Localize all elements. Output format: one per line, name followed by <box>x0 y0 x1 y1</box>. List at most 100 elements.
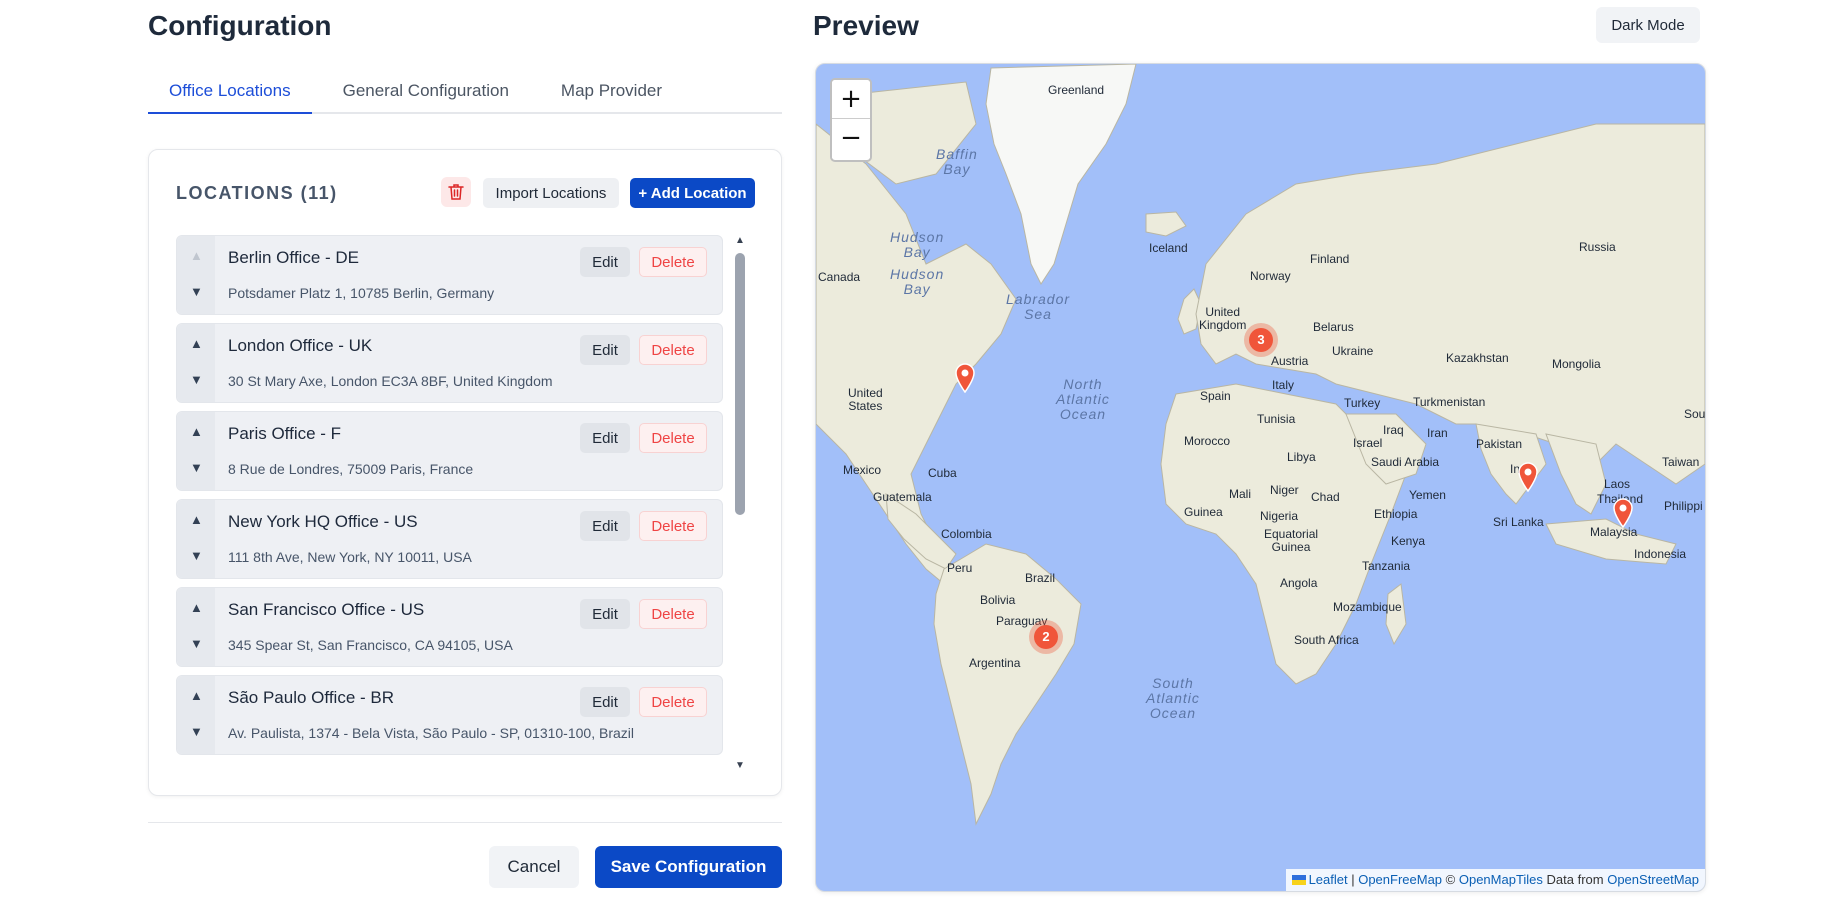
map-label: Finland <box>1310 252 1350 266</box>
map-label: Russia <box>1579 240 1616 254</box>
delete-all-button[interactable] <box>441 177 471 207</box>
move-down-icon[interactable]: ▼ <box>190 372 203 387</box>
edit-button[interactable]: Edit <box>580 335 630 365</box>
openstreetmap-link[interactable]: OpenStreetMap <box>1607 872 1699 887</box>
openmaptiles-link[interactable]: OpenMapTiles <box>1459 872 1543 887</box>
move-up-icon[interactable]: ▲ <box>190 248 203 263</box>
tab-general-configuration[interactable]: General Configuration <box>322 70 530 112</box>
map-label: United States <box>848 386 883 413</box>
list-item: ▲ ▼ Paris Office - F 8 Rue de Londres, 7… <box>176 411 723 491</box>
map-label: Niger <box>1270 483 1299 497</box>
move-up-icon[interactable]: ▲ <box>190 688 203 703</box>
reorder-controls: ▲ ▼ <box>177 500 215 578</box>
map-label: Chad <box>1311 490 1340 504</box>
delete-button[interactable]: Delete <box>639 335 707 365</box>
edit-button[interactable]: Edit <box>580 511 630 541</box>
map-label: Tanzania <box>1362 559 1411 573</box>
map-label: Mozambique <box>1333 600 1402 614</box>
cluster-marker[interactable]: 3 <box>1244 323 1278 357</box>
map-label: Argentina <box>969 656 1021 670</box>
map-pin-icon[interactable] <box>1612 498 1634 528</box>
map-pin-icon[interactable] <box>1517 462 1539 492</box>
scroll-down-icon[interactable]: ▼ <box>735 760 745 771</box>
cluster-marker[interactable]: 2 <box>1029 620 1063 654</box>
scroll-up-icon[interactable]: ▲ <box>735 235 745 246</box>
add-location-button[interactable]: + Add Location <box>630 178 755 208</box>
move-down-icon[interactable]: ▼ <box>190 636 203 651</box>
map-label: Mexico <box>843 463 882 477</box>
map-label: Brazil <box>1025 571 1056 585</box>
map-pin-icon[interactable] <box>954 363 976 393</box>
location-address: 30 St Mary Axe, London EC3A 8BF, United … <box>228 373 553 389</box>
location-name: New York HQ Office - US <box>228 512 418 531</box>
map-label: Equatorial Guinea <box>1264 527 1319 554</box>
edit-button[interactable]: Edit <box>580 687 630 717</box>
move-up-icon[interactable]: ▲ <box>190 512 203 527</box>
map-label: South Atlantic Ocean <box>1146 675 1200 721</box>
map-label: Guinea <box>1184 505 1223 519</box>
map-label: Cuba <box>928 466 957 480</box>
map-label: Norway <box>1250 269 1291 283</box>
map-label: Philippi <box>1664 499 1703 513</box>
map-label: Angola <box>1280 576 1318 590</box>
location-name: London Office - UK <box>228 336 373 355</box>
map-label: Mali <box>1229 487 1252 501</box>
locations-heading: LOCATIONS (11) <box>176 183 338 203</box>
edit-button[interactable]: Edit <box>580 423 630 453</box>
scrollbar[interactable]: ▲ ▼ <box>729 235 751 775</box>
location-name: São Paulo Office - BR <box>228 688 394 707</box>
map-label: Canada <box>818 270 861 284</box>
tab-office-locations[interactable]: Office Locations <box>148 70 312 114</box>
openfreemap-link[interactable]: OpenFreeMap <box>1358 872 1442 887</box>
move-up-icon[interactable]: ▲ <box>190 424 203 439</box>
map-label: Spain <box>1200 389 1231 403</box>
list-item: ▲ ▼ São Paulo Office - BR Av. Paulista, … <box>176 675 723 755</box>
location-address: 111 8th Ave, New York, NY 10011, USA <box>228 549 472 565</box>
map-label: Saudi Arabia <box>1371 455 1440 469</box>
delete-button[interactable]: Delete <box>639 423 707 453</box>
map-label: Kazakhstan <box>1446 351 1509 365</box>
edit-button[interactable]: Edit <box>580 599 630 629</box>
leaflet-link[interactable]: Leaflet <box>1309 872 1348 887</box>
map-label: Nigeria <box>1260 509 1299 523</box>
map-label: United Kingdom <box>1199 305 1247 332</box>
location-address: Av. Paulista, 1374 - Bela Vista, São Pau… <box>228 725 634 741</box>
preview-title: Preview <box>813 10 919 41</box>
trash-icon <box>448 184 464 200</box>
tab-map-provider[interactable]: Map Provider <box>540 70 683 112</box>
locations-card: LOCATIONS (11) Import Locations + Add Lo… <box>148 149 782 796</box>
cancel-button[interactable]: Cancel <box>489 846 579 888</box>
location-address: Potsdamer Platz 1, 10785 Berlin, Germany <box>228 285 495 301</box>
map-label: Italy <box>1272 378 1295 392</box>
move-down-icon[interactable]: ▼ <box>190 284 203 299</box>
reorder-controls: ▲ ▼ <box>177 236 215 314</box>
save-configuration-button[interactable]: Save Configuration <box>595 846 782 888</box>
map-label: Kenya <box>1391 534 1426 548</box>
map-preview[interactable]: + − Greenland Baffin Bay Hudson Bay Huds… <box>815 63 1706 892</box>
move-up-icon[interactable]: ▲ <box>190 600 203 615</box>
zoom-in-button[interactable]: + <box>832 80 870 119</box>
move-up-icon[interactable]: ▲ <box>190 336 203 351</box>
map-label: Tunisia <box>1257 412 1296 426</box>
map-label: Indonesia <box>1634 547 1687 561</box>
reorder-controls: ▲ ▼ <box>177 676 215 754</box>
delete-button[interactable]: Delete <box>639 687 707 717</box>
dark-mode-button[interactable]: Dark Mode <box>1596 7 1700 43</box>
move-down-icon[interactable]: ▼ <box>190 724 203 739</box>
map-label: Guatemala <box>873 490 932 504</box>
delete-button[interactable]: Delete <box>639 247 707 277</box>
edit-button[interactable]: Edit <box>580 247 630 277</box>
location-address: 345 Spear St, San Francisco, CA 94105, U… <box>228 637 513 653</box>
import-locations-button[interactable]: Import Locations <box>483 178 619 208</box>
location-address: 8 Rue de Londres, 75009 Paris, France <box>228 461 474 477</box>
ukraine-flag-icon <box>1291 875 1306 885</box>
zoom-out-button[interactable]: − <box>832 119 870 158</box>
delete-button[interactable]: Delete <box>639 599 707 629</box>
move-down-icon[interactable]: ▼ <box>190 548 203 563</box>
map-label: Iraq <box>1383 423 1404 437</box>
move-down-icon[interactable]: ▼ <box>190 460 203 475</box>
map-label: Taiwan <box>1662 455 1700 469</box>
scrollbar-thumb[interactable] <box>735 253 745 515</box>
delete-button[interactable]: Delete <box>639 511 707 541</box>
location-name: Berlin Office - DE <box>228 248 360 267</box>
